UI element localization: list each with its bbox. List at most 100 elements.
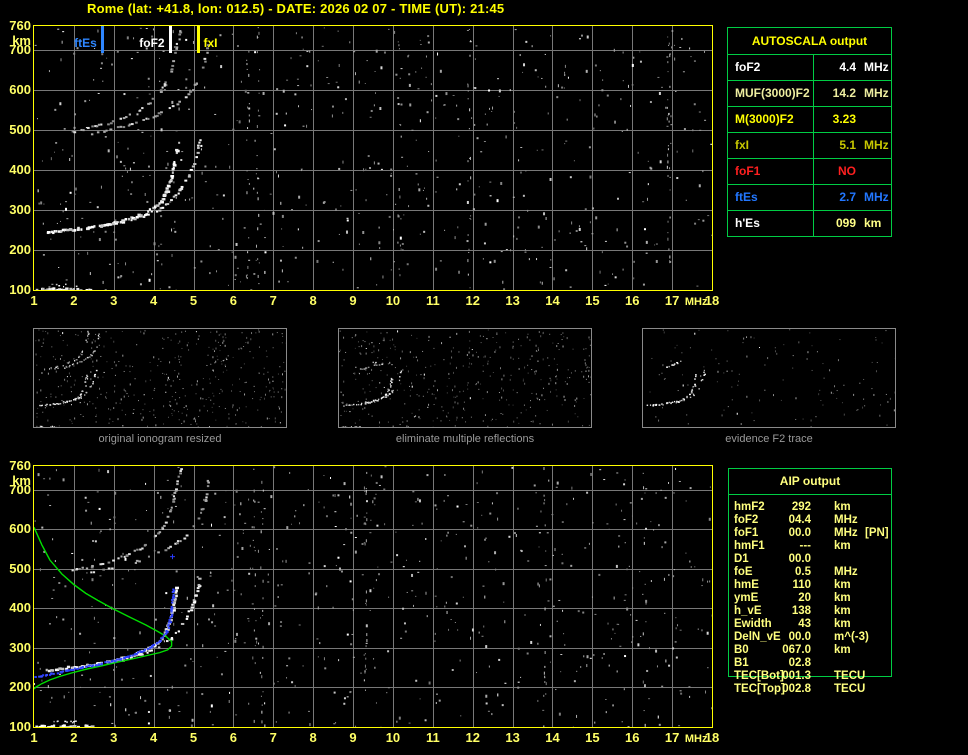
param-value: 20 <box>798 592 811 604</box>
table-row: ymE 20 km <box>734 592 892 605</box>
param-unit: TECU <box>834 670 866 682</box>
x-axis-tick-label: 1 <box>30 293 38 308</box>
param-value: 2.7 <box>839 190 856 204</box>
table-row: fxI 5.1 MHz <box>728 132 891 158</box>
table-header: AIP output <box>729 469 891 495</box>
x-axis-tick-label: 3 <box>110 293 118 308</box>
param-unit: MHz <box>864 60 889 74</box>
x-axis-tick-label: 16 <box>625 730 640 745</box>
x-axis-tick-label: 5 <box>189 293 198 308</box>
param-value: 002.8 <box>782 683 811 695</box>
param-label: foF2 <box>728 55 814 80</box>
x-axis-tick-label: 15 <box>585 293 600 308</box>
aip-output-table: AIP output hmF2 292 km foF2 04.4 MHz foF… <box>728 468 892 695</box>
param-value: 00.0 <box>788 553 811 565</box>
panel-caption: eliminate multiple reflections <box>395 433 535 445</box>
x-axis-tick-label: 8 <box>309 293 317 308</box>
x-axis-tick-label: 2 <box>70 730 78 745</box>
table-row: D1 00.0 <box>734 553 892 566</box>
x-axis-tick-label: 14 <box>545 730 560 745</box>
param-unit: km <box>834 605 851 617</box>
param-value: 00.0 <box>788 527 811 539</box>
param-label: ftEs <box>728 185 814 210</box>
x-axis-tick-label: 4 <box>150 730 158 745</box>
param-unit: km <box>834 644 851 656</box>
param-label: M(3000)F2 <box>728 107 814 132</box>
param-value: 099 <box>835 216 856 230</box>
param-label: fxI <box>728 133 814 158</box>
panel-canvas-original <box>34 329 286 427</box>
x-axis-tick-label: 5 <box>189 730 198 745</box>
param-value: 3.23 <box>832 112 856 126</box>
param-value: 110 <box>792 579 811 591</box>
autoscala-output-table: AUTOSCALA output foF2 4.4 MHz MUF(3000)F… <box>727 27 892 237</box>
x-axis-tick-label: 2 <box>70 293 78 308</box>
param-unit: km <box>834 501 851 513</box>
param-value-cell: NO <box>814 159 891 184</box>
param-value: --- <box>799 540 812 552</box>
param-unit: MHz <box>864 138 889 152</box>
x-axis-tick-label: 17 <box>664 730 680 745</box>
y-axis-tick-label: 300 <box>9 639 31 655</box>
table-row: DelN_vE 00.0 m^(-3) <box>734 631 892 644</box>
param-value: 43 <box>798 618 811 630</box>
param-unit: MHz <box>834 527 858 539</box>
param-unit: MHz <box>864 190 889 204</box>
param-value: 067.0 <box>782 644 811 656</box>
x-axis-tick-label: 14 <box>545 293 560 308</box>
x-axis-tick-label: 1 <box>30 730 38 745</box>
param-value: 14.2 <box>832 86 856 100</box>
x-axis-tick-label: 7 <box>269 730 277 745</box>
x-axis-tick-label: 9 <box>349 293 357 308</box>
x-axis-unit-label: MHz <box>684 733 708 745</box>
table-row: TEC[Top] 002.8 TECU <box>734 683 892 696</box>
table-row: foF2 4.4 MHz <box>728 54 891 80</box>
param-note: [PN] <box>865 527 889 539</box>
param-unit: MHz <box>834 514 858 526</box>
x-axis-tick-label: 12 <box>465 730 480 745</box>
y-axis-tick-label: 600 <box>9 82 31 97</box>
param-unit: m^(-3) <box>834 631 869 643</box>
param-unit: km <box>834 579 851 591</box>
param-value: 04.4 <box>788 514 811 526</box>
x-axis-tick-label: 10 <box>385 730 401 745</box>
panel-canvas-f2-trace <box>643 329 895 427</box>
table-row: ftEs 2.7 MHz <box>728 184 891 210</box>
table-row: B0 067.0 km <box>734 644 892 657</box>
x-axis-tick-label: 16 <box>625 293 640 308</box>
param-value: 02.8 <box>788 657 811 669</box>
param-value: 00.0 <box>788 631 811 643</box>
x-axis-tick-label: 6 <box>229 293 238 308</box>
x-axis-tick-label: 17 <box>664 293 680 308</box>
x-axis-tick-label: 4 <box>150 293 158 308</box>
param-unit: MHz <box>834 566 858 578</box>
param-value: 5.1 <box>839 138 856 152</box>
param-unit: km <box>834 540 851 552</box>
panel-caption: original ionogram resized <box>98 433 222 445</box>
param-label: h'Es <box>728 211 814 236</box>
x-axis-tick-label: 13 <box>505 730 520 745</box>
param-unit: MHz <box>864 86 889 100</box>
marker-label-fof2: foF2 <box>139 36 165 50</box>
param-value: 292 <box>791 501 811 513</box>
x-axis-tick-label: 3 <box>110 730 118 745</box>
x-axis-tick-label: 15 <box>585 730 600 745</box>
param-value: 138 <box>791 605 811 617</box>
table-row: foE 0.5 MHz <box>734 566 892 579</box>
ionogram-canvas-bottom <box>34 466 712 727</box>
table-row: MUF(3000)F2 14.2 MHz <box>728 80 891 106</box>
marker-label-ftes: ftEs <box>74 36 97 50</box>
y-axis-tick-label: 700 <box>9 42 31 57</box>
param-value-cell: 4.4 MHz <box>814 55 891 80</box>
x-axis-tick-label: 10 <box>385 293 401 308</box>
autoscala-screen: Rome (lat: +41.8, lon: 012.5) - DATE: 20… <box>0 0 968 755</box>
y-axis-tick-label: 400 <box>9 600 31 616</box>
table-row: h_vE 138 km <box>734 605 892 618</box>
param-unit: km <box>834 618 851 630</box>
param-label: foF1 <box>728 159 814 184</box>
param-label: MUF(3000)F2 <box>728 81 814 106</box>
table-row: hmF1 --- km <box>734 540 892 553</box>
table-row: M(3000)F2 3.23 <box>728 106 891 132</box>
panel-canvas-no-reflections <box>339 329 591 427</box>
y-axis-tick-label: 700 <box>9 481 31 497</box>
